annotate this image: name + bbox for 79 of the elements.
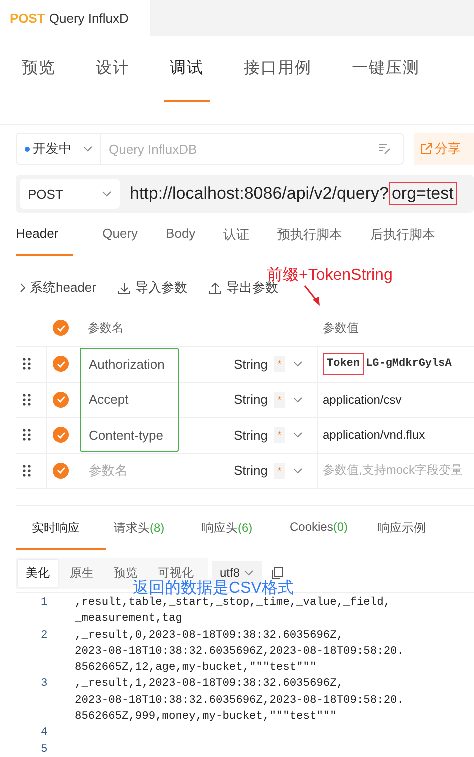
code-text: 2023-08-18T10:38:32.6035696Z,2023-08-18T09:58:20. [75, 694, 404, 707]
response-tab[interactable]: 请求头(8) [106, 506, 194, 550]
token-prefix: Token [323, 353, 364, 376]
chevron-down-icon [293, 361, 304, 368]
main-tab[interactable]: 预览 [16, 50, 62, 102]
main-tab[interactable]: 调试 [164, 50, 210, 102]
param-name[interactable]: Content-type [89, 428, 164, 443]
download-icon [118, 282, 132, 294]
param-name[interactable]: Authorization [89, 356, 165, 372]
line-number: 1 [40, 596, 49, 611]
token-value: LG-gMdkrGylsA [366, 358, 452, 370]
annotation-arrow [304, 285, 322, 307]
main-tab[interactable]: 设计 [90, 50, 136, 102]
response-tab[interactable]: 响应示例 [370, 506, 458, 550]
drag-handle-icon[interactable] [23, 358, 31, 370]
code-text: ,_result,0,2023-08-18T09:38:32.6035696Z, [75, 630, 344, 642]
checkbox[interactable] [53, 392, 69, 408]
chevron-down-icon [83, 146, 93, 152]
check-icon [56, 324, 66, 332]
check-icon [56, 396, 66, 404]
check-icon [56, 467, 66, 474]
checkbox[interactable] [53, 462, 69, 479]
type-select[interactable]: String [234, 356, 268, 372]
response-tab[interactable]: 实时响应 [16, 506, 106, 550]
name-field[interactable]: Query InfluxDB [101, 133, 404, 165]
checkbox[interactable] [53, 427, 69, 444]
line-number: 5 [40, 742, 49, 757]
toolbar-button[interactable]: 系统header [20, 272, 96, 304]
checkbox[interactable] [53, 356, 69, 372]
share-icon [420, 142, 434, 156]
line-number: 3 [40, 677, 49, 692]
request-tab[interactable]: 预执行脚本 [278, 219, 343, 256]
code-text: 2023-08-18T10:38:32.6035696Z,2023-08-18T09:58:20. [75, 646, 404, 658]
response-tab[interactable]: 响应头(6) [194, 506, 282, 550]
upload-icon [209, 282, 222, 294]
request-tab[interactable]: Query [102, 219, 138, 256]
chevron-down-icon [244, 570, 254, 576]
check-icon [56, 432, 66, 439]
code-text: _measurement,tag [75, 613, 182, 626]
checkbox[interactable] [53, 320, 69, 336]
code-text: ,result,table,_start,_stop,_time,_value,_field, [75, 597, 391, 609]
response-tab[interactable]: Cookies(0) [282, 506, 370, 550]
copy-icon[interactable] [272, 566, 284, 580]
main-tab[interactable]: 接口用例 [238, 50, 318, 102]
type-select[interactable]: String [234, 428, 268, 443]
type-select[interactable]: String [234, 463, 268, 478]
drag-handle-icon[interactable] [23, 464, 31, 477]
chevron-down-icon [293, 468, 304, 474]
line-number: 4 [40, 726, 49, 742]
request-tab[interactable]: 认证 [224, 219, 250, 256]
main-tab[interactable]: 一键压测 [346, 50, 426, 102]
view-mode-tab[interactable]: 美化 [18, 560, 58, 586]
check-icon [56, 360, 66, 368]
toolbar-button[interactable]: 导入参数 [118, 272, 188, 304]
code-text: ,_result,1,2023-08-18T09:38:32.6035696Z, [75, 678, 344, 690]
chevron-down-icon [293, 432, 304, 438]
url-field[interactable]: http://localhost:8086/api/v2/query? org=test [130, 184, 457, 204]
column-header: 参数值 [323, 320, 359, 336]
line-number: 2 [40, 628, 49, 644]
type-select[interactable]: String [234, 392, 268, 408]
drag-handle-icon[interactable] [23, 394, 31, 406]
request-tab[interactable]: Header [16, 219, 73, 256]
param-value[interactable]: application/vnd.flux [323, 428, 426, 442]
chevron-down-icon [102, 191, 112, 197]
column-header: 参数名 [88, 320, 124, 336]
code-text: 8562665Z,999,money,my-bucket,"""test""" [75, 711, 337, 724]
request-tab[interactable]: Body [166, 219, 196, 256]
request-tab[interactable]: POST Query InfluxD [0, 0, 150, 36]
edit-icon[interactable] [378, 143, 392, 155]
chevron-right-icon [20, 283, 26, 293]
view-mode-tab[interactable]: 原生 [62, 560, 102, 586]
environment-select[interactable]: 开发中 [16, 133, 101, 165]
drag-handle-icon[interactable] [23, 429, 31, 442]
code-text: 8562665Z,12,age,my-bucket,"""test""" [75, 662, 317, 674]
param-name[interactable]: Accept [89, 392, 129, 408]
method-select[interactable]: POST [20, 179, 120, 209]
chevron-down-icon [293, 396, 304, 403]
param-value[interactable]: application/csv [323, 392, 402, 407]
request-tab[interactable]: 后执行脚本 [370, 219, 436, 256]
